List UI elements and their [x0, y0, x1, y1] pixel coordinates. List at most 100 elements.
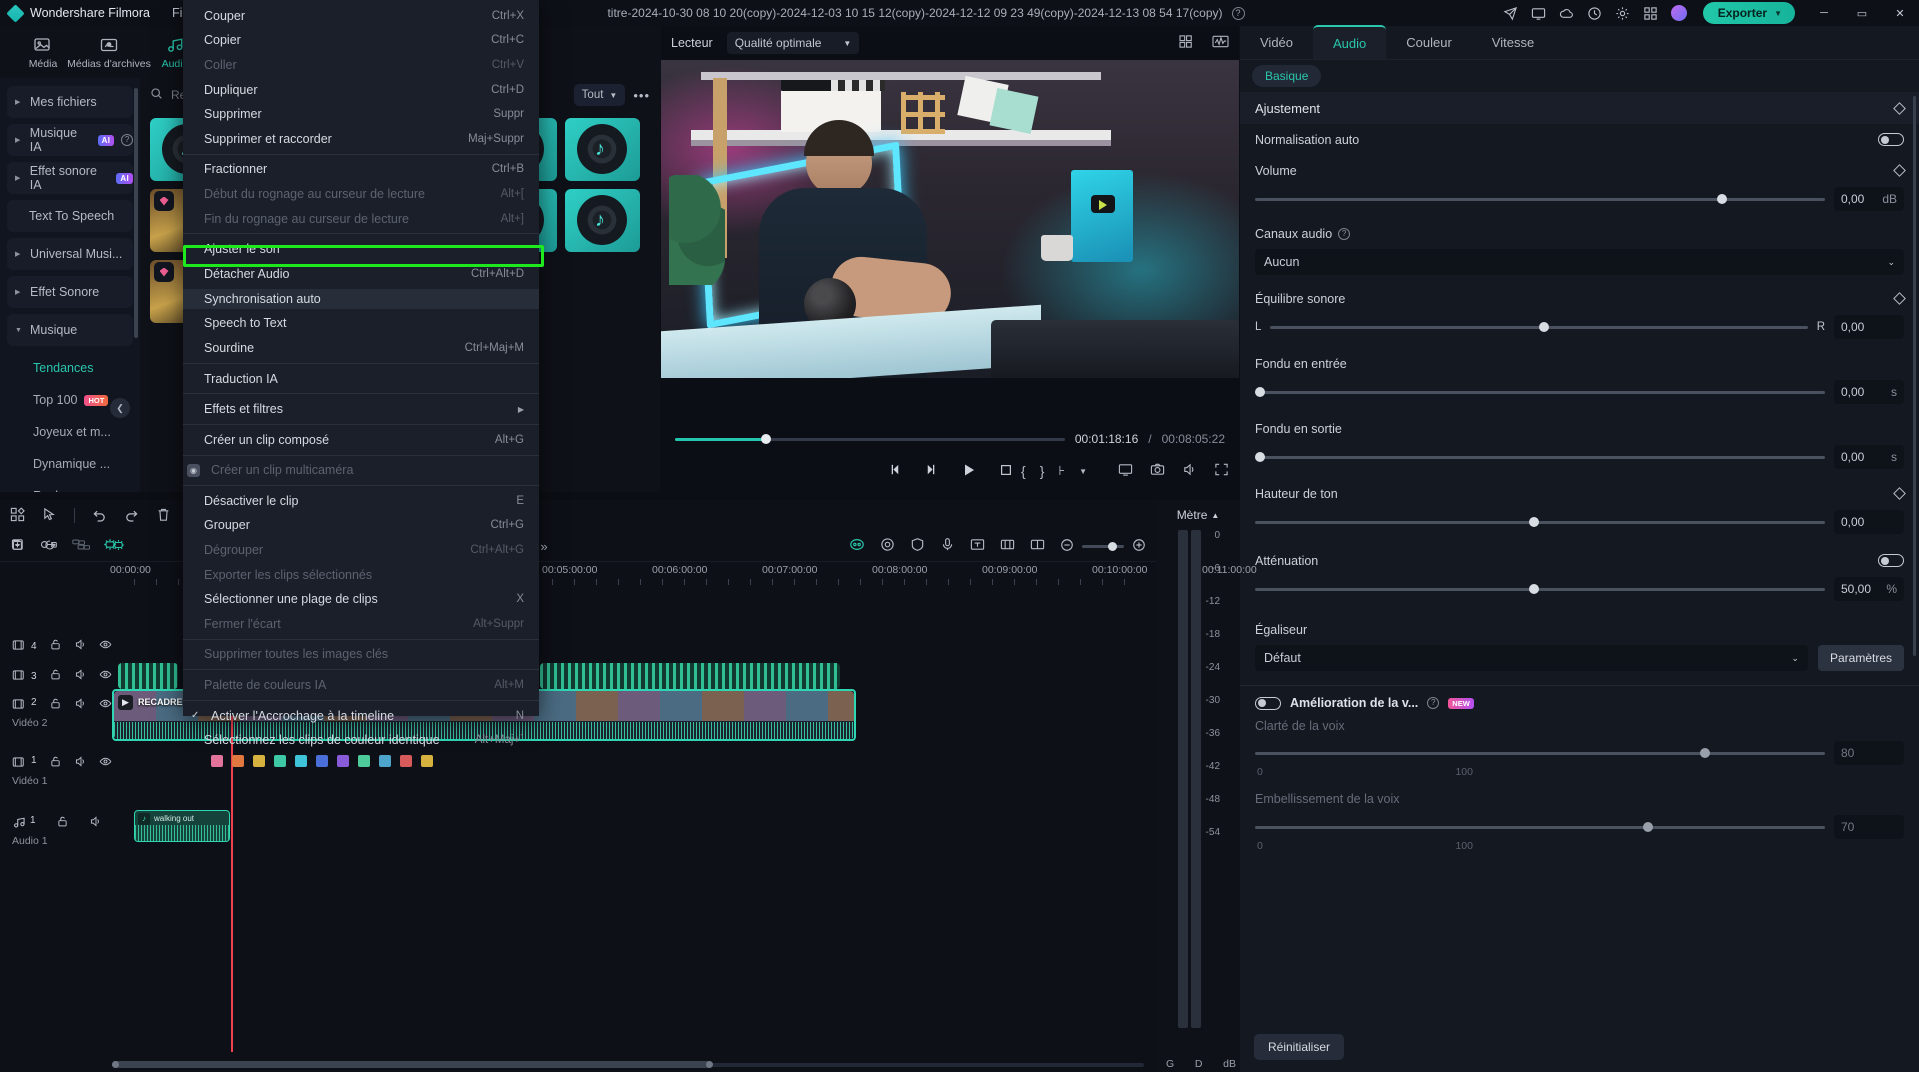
ctx-couper[interactable]: Couper Ctrl+X	[183, 6, 539, 26]
attenuation-value[interactable]: 50,00 %	[1834, 577, 1904, 601]
ctx-speech-to-text[interactable]: Speech to Text	[183, 314, 539, 334]
lock-icon[interactable]	[49, 697, 62, 713]
mute-icon[interactable]	[74, 638, 87, 654]
canaux-audio-select[interactable]: Aucun ⌄	[1255, 249, 1904, 275]
swatch-orange[interactable]	[232, 755, 244, 768]
nav-media[interactable]: Média	[12, 35, 74, 70]
import-icon[interactable]	[43, 538, 58, 555]
more-icon[interactable]: »	[540, 539, 548, 554]
color-wheel-icon[interactable]	[849, 537, 865, 555]
sidebar-item-musique[interactable]: ▼ Musique	[7, 314, 133, 346]
swatch-teal[interactable]	[274, 755, 286, 768]
embellissement-value[interactable]: 70	[1834, 815, 1904, 839]
maximize-button[interactable]: ▭	[1843, 0, 1881, 26]
keyframe-icon[interactable]	[1893, 164, 1906, 177]
sidebar-item-effet-sonore-ia[interactable]: ▶ Effet sonore IA AI	[7, 162, 133, 194]
ctx-ajuster-le-son[interactable]: Ajuster le son	[183, 239, 539, 259]
sidebar-item-musique-ia[interactable]: ▶ Musique IA AI ?	[7, 124, 133, 156]
sidebar-sub-joyeux[interactable]: Joyeux et m...	[7, 416, 133, 448]
export-button[interactable]: Exporter ▼	[1702, 2, 1795, 24]
collapse-sidebar-button[interactable]: ❮	[110, 398, 130, 418]
zoom-slider[interactable]	[1082, 541, 1125, 551]
sidebar-sub-dynamique[interactable]: Dynamique ...	[7, 448, 133, 480]
swatch-cyan[interactable]	[295, 755, 307, 768]
ctx-detacher-audio[interactable]: Détacher Audio Ctrl+Alt+D	[183, 264, 539, 284]
fullscreen-icon[interactable]	[1214, 462, 1229, 480]
ctx-fractionner[interactable]: Fractionner Ctrl+B	[183, 160, 539, 180]
help-icon[interactable]: ?	[121, 134, 133, 146]
screen-icon[interactable]	[1118, 462, 1133, 480]
split-view-icon[interactable]	[1179, 34, 1196, 52]
effects-icon[interactable]	[880, 537, 895, 555]
grid-icon[interactable]	[10, 506, 25, 525]
clarte-value[interactable]: 80	[1834, 741, 1904, 765]
lock-icon[interactable]	[56, 815, 69, 831]
clock-icon[interactable]	[1581, 0, 1609, 26]
pitch-slider[interactable]	[1255, 517, 1825, 527]
mark-in-icon[interactable]: {	[1021, 463, 1026, 479]
attenuation-toggle[interactable]	[1878, 554, 1904, 567]
ctx-supprimer[interactable]: Supprimer Suppr	[183, 104, 539, 124]
keyframe-icon[interactable]	[1893, 292, 1906, 305]
swatch-gold[interactable]	[421, 755, 433, 768]
eye-icon[interactable]	[99, 755, 112, 771]
swatch-lightblue[interactable]	[379, 755, 391, 768]
balance-slider[interactable]	[1270, 322, 1808, 332]
clarte-slider[interactable]	[1255, 748, 1825, 758]
filter-dropdown[interactable]: Tout ▼	[573, 84, 626, 106]
sidebar-sub-rock[interactable]: Rock	[7, 480, 133, 492]
zoom-in-icon[interactable]	[1132, 538, 1146, 555]
eye-icon[interactable]	[99, 668, 112, 684]
embellissement-slider[interactable]	[1255, 822, 1825, 832]
search-icon[interactable]	[150, 87, 163, 103]
redo-icon[interactable]	[124, 507, 139, 525]
mic-icon[interactable]	[940, 537, 955, 555]
swatch-blue[interactable]	[316, 755, 328, 768]
gear-icon[interactable]	[1609, 0, 1637, 26]
swatch-yellow[interactable]	[253, 755, 265, 768]
play-icon[interactable]	[961, 462, 977, 481]
sidebar-item-universal-music[interactable]: ▶ Universal Musi...	[7, 238, 133, 270]
section-ajustement[interactable]: Ajustement	[1240, 92, 1919, 124]
stop-icon[interactable]	[999, 463, 1013, 480]
eye-icon[interactable]	[99, 638, 112, 654]
volume-value[interactable]: 0,00 dB	[1834, 187, 1904, 211]
tab-couleur[interactable]: Couleur	[1386, 25, 1472, 59]
quality-dropdown[interactable]: Qualité optimale ▼	[726, 32, 860, 54]
mute-icon[interactable]	[89, 815, 102, 831]
tab-audio[interactable]: Audio	[1313, 25, 1387, 59]
ctx-traduction-ia[interactable]: Traduction IA	[183, 369, 539, 389]
swatch-green[interactable]	[358, 755, 370, 768]
pitch-value[interactable]: 0,00	[1834, 510, 1904, 534]
swatch-pink[interactable]	[211, 755, 223, 768]
zoom-out-icon[interactable]	[1060, 538, 1074, 555]
timeline-audio-clip[interactable]: ♪ walking out	[134, 810, 230, 842]
volume-slider[interactable]	[1255, 194, 1825, 204]
normalisation-toggle[interactable]	[1878, 133, 1904, 146]
lock-icon[interactable]	[49, 638, 62, 654]
reinitialiser-button[interactable]: Réinitialiser	[1254, 1034, 1345, 1060]
timeline-clip[interactable]	[540, 663, 840, 689]
next-frame-icon[interactable]	[924, 462, 939, 480]
mute-icon[interactable]	[74, 668, 87, 684]
ctx-effets-et-filtres[interactable]: Effets et filtres ▶	[183, 399, 539, 419]
lock-icon[interactable]	[49, 668, 62, 684]
subtab-basique[interactable]: Basique	[1252, 65, 1322, 87]
ctx-selectionnez-clips-couleur[interactable]: Sélectionnez les clips de couleur identi…	[183, 730, 539, 750]
avatar[interactable]	[1670, 5, 1687, 21]
parametres-button[interactable]: Paramètres	[1817, 645, 1904, 671]
seek-bar[interactable]	[675, 434, 1065, 444]
balance-value[interactable]: 0,00	[1834, 315, 1904, 339]
add-media-icon[interactable]	[10, 538, 24, 555]
sidebar-scrollbar[interactable]	[134, 88, 138, 338]
ctx-selectionner-plage-clips[interactable]: Sélectionner une plage de clips X	[183, 589, 539, 609]
keyframe-add-icon[interactable]: ⊦	[1058, 463, 1065, 479]
ctx-activer-accrochage-timeline[interactable]: ✓ Activer l'Accrochage à la timeline N	[183, 706, 539, 726]
attenuation-slider[interactable]	[1255, 584, 1825, 594]
swatch-purple[interactable]	[337, 755, 349, 768]
cloud-icon[interactable]	[1553, 0, 1581, 26]
properties-scrollbar[interactable]	[1913, 96, 1916, 656]
mute-icon[interactable]	[74, 697, 87, 713]
ctx-synchronisation-auto[interactable]: Synchronisation auto	[183, 288, 539, 309]
meter-header[interactable]: Mètre ▲	[1156, 500, 1240, 530]
